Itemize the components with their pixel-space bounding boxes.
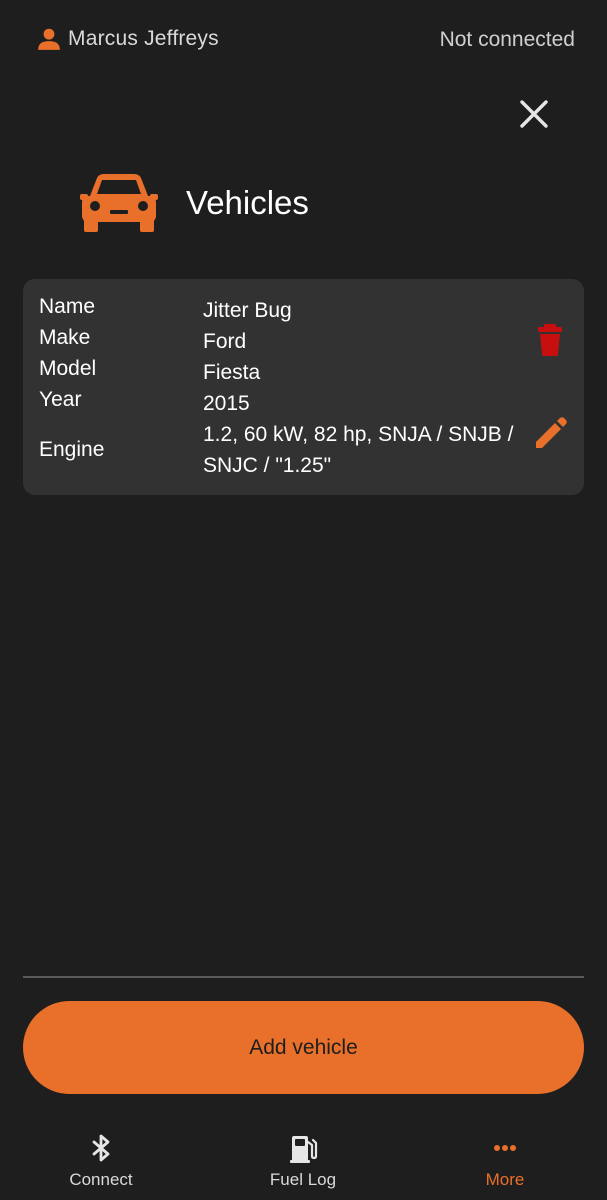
vehicle-model-row: Model Fiesta: [39, 357, 539, 388]
nav-label: More: [485, 1170, 525, 1189]
vehicle-model: Fiesta: [203, 361, 261, 384]
vehicle-make: Ford: [203, 330, 247, 353]
bluetooth-icon: [92, 1134, 110, 1162]
vehicle-name: Jitter Bug: [203, 299, 292, 322]
add-vehicle-button[interactable]: Add vehicle: [23, 1001, 584, 1094]
vehicle-name-row: Name Jitter Bug: [39, 295, 539, 326]
nav-label: Connect: [69, 1170, 133, 1189]
nav-label: Fuel Log: [269, 1170, 337, 1189]
user-name: Marcus Jeffreys: [68, 27, 219, 50]
field-label: Name: [39, 295, 96, 318]
bottom-navigation: Connect Fuel Log More: [0, 1120, 607, 1200]
close-icon: [520, 100, 548, 128]
top-bar: Marcus Jeffreys Not connected: [0, 0, 607, 80]
vehicle-year: 2015: [203, 392, 250, 415]
vehicle-year-row: Year 2015: [39, 388, 539, 419]
field-label: Model: [39, 357, 97, 380]
field-label: Engine: [39, 438, 105, 461]
more-horizontal-icon: [494, 1145, 516, 1151]
trash-icon: [538, 324, 562, 356]
car-icon: [80, 174, 158, 232]
field-label: Make: [39, 326, 91, 349]
vehicle-engine-row: Engine 1.2, 60 kW, 82 hp, SNJA / SNJB / …: [39, 419, 539, 481]
person-icon: [38, 28, 60, 50]
vehicle-card[interactable]: Name Jitter Bug Make Ford Model Fiesta Y…: [23, 279, 584, 495]
edit-vehicle-button[interactable]: [533, 417, 567, 451]
fuel-pump-icon: [290, 1136, 318, 1163]
divider: [23, 976, 584, 978]
page-header: Vehicles: [80, 172, 309, 234]
connection-status: Not connected: [439, 28, 575, 51]
close-button[interactable]: [514, 94, 554, 134]
page-title: Vehicles: [186, 184, 309, 221]
vehicle-make-row: Make Ford: [39, 326, 539, 357]
vehicle-engine: 1.2, 60 kW, 82 hp, SNJA / SNJB / SNJC / …: [203, 423, 514, 477]
field-label: Year: [39, 388, 82, 411]
nav-fuel-log[interactable]: Fuel Log: [243, 1132, 363, 1190]
nav-connect[interactable]: Connect: [41, 1132, 161, 1190]
delete-vehicle-button[interactable]: [535, 324, 565, 356]
nav-more[interactable]: More: [445, 1132, 565, 1190]
user-info: Marcus Jeffreys: [36, 26, 219, 52]
pencil-icon: [536, 417, 567, 448]
